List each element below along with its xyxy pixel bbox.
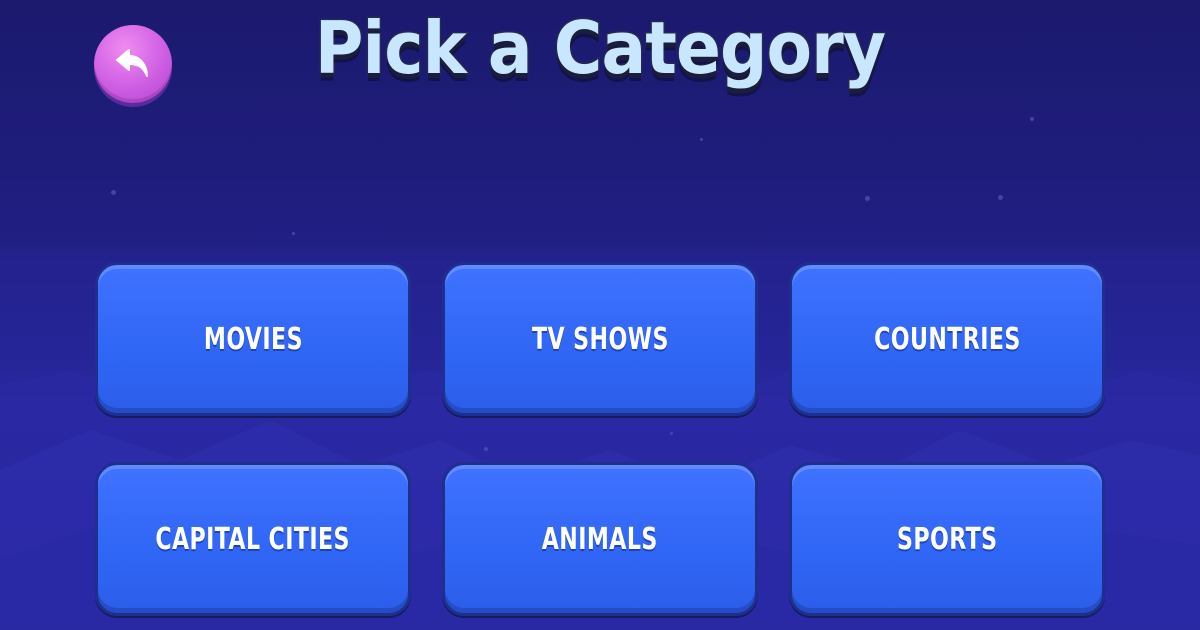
- category-button-capital-cities[interactable]: CAPITAL CITIES: [95, 462, 411, 616]
- page-title: Pick a Category: [313, 5, 887, 92]
- star: [1030, 117, 1034, 121]
- category-label: MOVIES: [203, 321, 303, 357]
- category-label: COUNTRIES: [873, 321, 1021, 357]
- category-button-movies[interactable]: MOVIES: [95, 262, 411, 416]
- star: [292, 232, 295, 235]
- category-label: SPORTS: [896, 521, 998, 557]
- category-button-countries[interactable]: COUNTRIES: [789, 262, 1105, 416]
- category-button-tv-shows[interactable]: TV SHOWS: [442, 262, 758, 416]
- star: [111, 190, 116, 195]
- category-button-sports[interactable]: SPORTS: [789, 462, 1105, 616]
- category-label: CAPITAL CITIES: [155, 521, 351, 557]
- category-grid: MOVIES TV SHOWS COUNTRIES CAPITAL CITIES…: [95, 262, 1105, 616]
- category-button-animals[interactable]: ANIMALS: [442, 462, 758, 616]
- star: [865, 196, 870, 201]
- category-label: ANIMALS: [542, 521, 658, 557]
- category-label: TV SHOWS: [531, 321, 669, 357]
- game-screen: Pick a Category MOVIES TV SHOWS COUNTRIE…: [0, 0, 1200, 630]
- star: [700, 138, 703, 141]
- star: [998, 195, 1003, 200]
